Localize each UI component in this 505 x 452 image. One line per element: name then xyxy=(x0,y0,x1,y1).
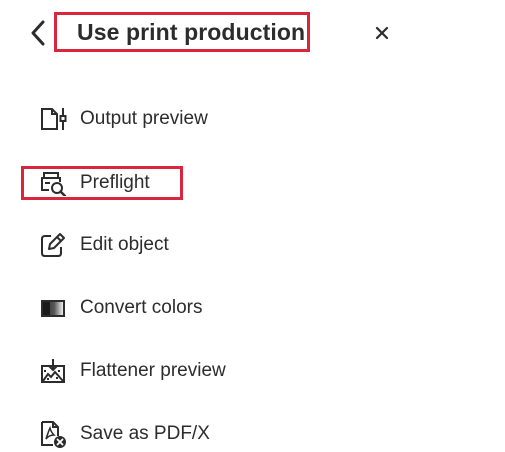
panel-header: Use print production xyxy=(0,0,505,66)
tool-convert-colors[interactable]: Convert colors xyxy=(38,290,298,326)
back-button[interactable] xyxy=(26,18,50,48)
close-icon xyxy=(375,26,389,40)
tool-edit-object[interactable]: Edit object xyxy=(38,227,298,263)
tool-label: Save as PDF/X xyxy=(80,423,210,444)
tool-label: Flattener preview xyxy=(80,360,226,381)
preflight-icon xyxy=(38,169,70,197)
tool-label: Output preview xyxy=(80,108,208,129)
save-as-pdfx-icon xyxy=(38,420,70,448)
tool-output-preview[interactable]: Output preview xyxy=(38,101,298,137)
page-title: Use print production xyxy=(77,18,306,45)
convert-colors-icon xyxy=(38,294,70,322)
flattener-preview-icon xyxy=(38,357,70,385)
tool-preflight[interactable]: Preflight xyxy=(38,165,298,201)
tool-label: Convert colors xyxy=(80,297,203,318)
chevron-left-icon xyxy=(31,20,45,46)
tool-save-as-pdfx[interactable]: Save as PDF/X xyxy=(38,416,298,452)
tool-flattener-preview[interactable]: Flattener preview xyxy=(38,353,298,389)
tool-label: Edit object xyxy=(80,234,169,255)
close-button[interactable] xyxy=(370,21,394,45)
output-preview-icon xyxy=(38,105,70,133)
edit-object-icon xyxy=(38,231,70,259)
title-highlight-box: Use print production xyxy=(54,12,310,52)
tool-label: Preflight xyxy=(80,172,150,193)
